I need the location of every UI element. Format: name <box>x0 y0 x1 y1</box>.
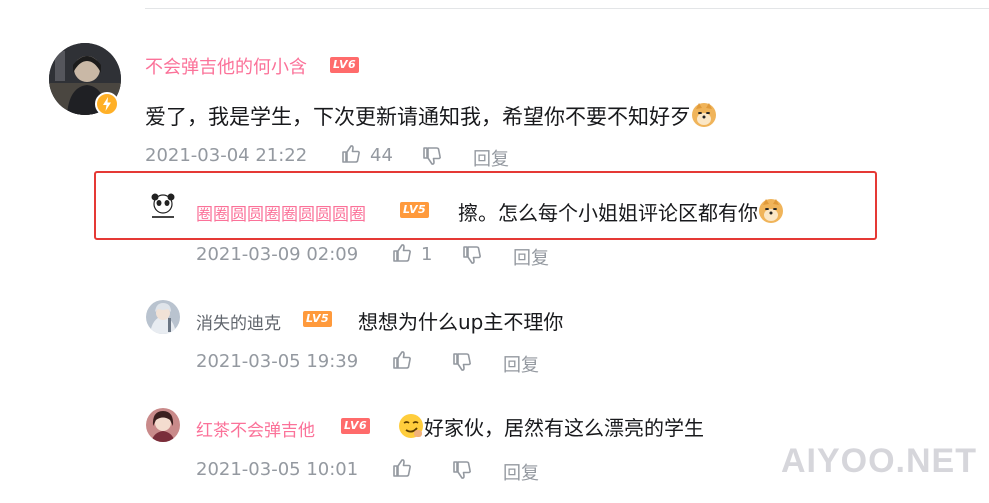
anime-avatar <box>146 300 180 334</box>
timestamp: 2021-03-05 19:39 <box>196 351 359 372</box>
timestamp: 2021-03-04 21:22 <box>145 145 308 166</box>
doge-emoji <box>691 102 717 133</box>
thumbs-down-icon <box>453 353 471 371</box>
username[interactable]: 不会弹吉他的何小含 <box>145 53 307 79</box>
level-badge: LV5 <box>303 311 333 327</box>
level-badge: LV6 <box>341 418 371 434</box>
reply-button[interactable]: 回复 <box>513 244 549 270</box>
reply-username[interactable]: 消失的迪克 <box>196 309 281 334</box>
dislike-button[interactable] <box>451 459 473 481</box>
doge-emoji <box>758 198 784 229</box>
thumbs-up-icon <box>342 145 360 163</box>
reply-button[interactable]: 回复 <box>473 145 509 171</box>
comment-text: 爱了，我是学生，下次更新请通知我，希望你不要不知好歹 <box>145 101 717 133</box>
thumbs-up-icon <box>393 351 411 369</box>
reply-text: 想想为什么up主不理你 <box>358 310 564 334</box>
timestamp: 2021-03-09 02:09 <box>196 244 359 265</box>
like-button[interactable] <box>391 242 413 264</box>
level-badge: LV6 <box>330 57 360 73</box>
reply-username[interactable]: 红茶不会弹吉他 <box>196 416 315 441</box>
thumbs-up-icon <box>393 244 411 262</box>
verified-badge <box>95 92 119 116</box>
dislike-button[interactable] <box>461 244 483 266</box>
reply-avatar[interactable] <box>146 191 180 225</box>
reply-text-content: 擦。怎么每个小姐姐评论区都有你 <box>458 201 758 225</box>
timestamp: 2021-03-05 10:01 <box>196 459 359 480</box>
dislike-button[interactable] <box>451 351 473 373</box>
comment-text-content: 爱了，我是学生，下次更新请通知我，希望你不要不知好歹 <box>145 105 691 129</box>
reply-avatar[interactable] <box>146 408 180 442</box>
girl-avatar <box>146 408 180 442</box>
smirk-emoji <box>398 413 424 444</box>
thumbs-down-icon <box>463 246 481 264</box>
level-badge: LV5 <box>400 202 430 218</box>
like-button[interactable] <box>340 143 362 165</box>
watermark: AIYOO.NET <box>780 442 977 480</box>
reply-username[interactable]: 圈圈圆圆圈圈圆圆圆圈 <box>196 200 366 225</box>
thumbs-down-icon <box>453 461 471 479</box>
like-count: 44 <box>370 145 393 166</box>
like-button[interactable] <box>391 349 413 371</box>
thumbs-up-icon <box>393 459 411 477</box>
panda-avatar <box>146 191 180 225</box>
top-divider <box>145 8 989 9</box>
reply-button[interactable]: 回复 <box>503 351 539 377</box>
like-button[interactable] <box>391 457 413 479</box>
reply-text: 擦。怎么每个小姐姐评论区都有你 <box>458 197 784 229</box>
reply-text: 好家伙，居然有这么漂亮的学生 <box>398 412 704 444</box>
thumbs-down-icon <box>423 147 441 165</box>
like-count: 1 <box>421 244 433 265</box>
reply-button[interactable]: 回复 <box>503 459 539 485</box>
dislike-button[interactable] <box>421 145 443 167</box>
lightning-icon <box>103 97 111 111</box>
reply-text-content: 好家伙，居然有这么漂亮的学生 <box>424 416 704 440</box>
reply-avatar[interactable] <box>146 300 180 334</box>
